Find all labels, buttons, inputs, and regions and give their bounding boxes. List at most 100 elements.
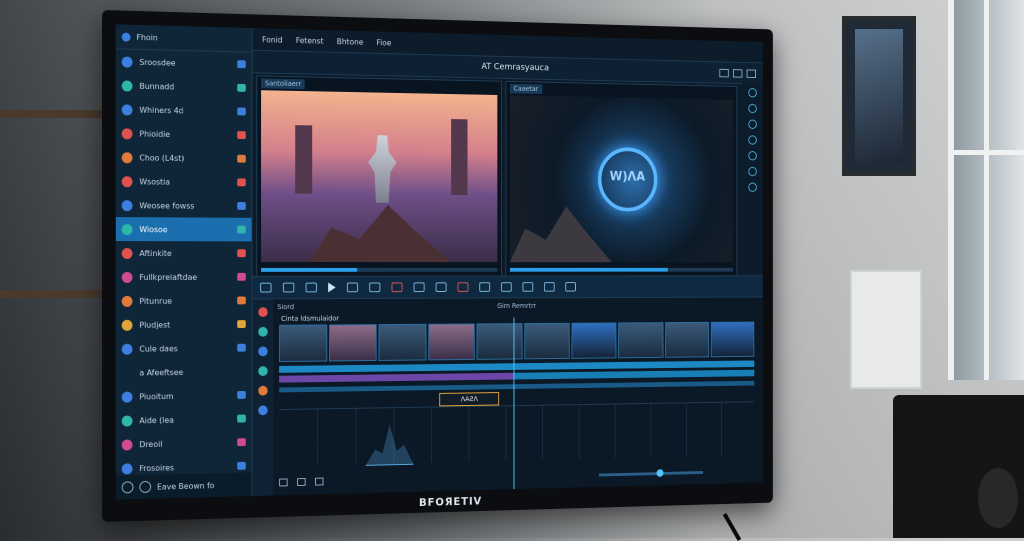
tool-icon[interactable] <box>258 366 268 377</box>
tool-icon[interactable] <box>748 88 757 98</box>
video-clip[interactable] <box>476 323 523 360</box>
status-icon <box>237 343 246 352</box>
status-icon <box>237 249 246 258</box>
sidebar-item[interactable]: Whiners 4d <box>116 97 252 123</box>
effects-icon[interactable] <box>565 282 576 292</box>
audio-clip[interactable] <box>279 380 755 393</box>
record-icon[interactable] <box>391 282 403 293</box>
sidebar-item[interactable]: Dreoil <box>116 430 252 457</box>
windows-icon[interactable] <box>121 481 134 494</box>
sidebar-item[interactable]: Wsostia <box>116 169 252 194</box>
video-clip[interactable] <box>618 322 664 359</box>
monitor-brand: BFOЯETIV <box>418 494 483 509</box>
source-viewer[interactable]: Santoliaerr <box>256 75 502 277</box>
desk-frame <box>850 270 922 389</box>
timeline[interactable]: Siord Gim Remrtrr Cinta ldsmulaidor ɅAƧɅ <box>252 297 763 497</box>
sidebar-item[interactable]: Piuoitum <box>116 383 252 409</box>
castle-tower <box>451 119 468 196</box>
video-clip[interactable] <box>664 321 709 358</box>
circle-icon <box>121 462 133 475</box>
circle-icon <box>121 55 133 68</box>
sidebar-item[interactable]: Pitunrue <box>116 289 252 313</box>
tool-icon[interactable] <box>748 182 757 192</box>
nav-icon[interactable] <box>279 478 288 487</box>
mark-in-icon[interactable] <box>260 282 272 293</box>
playhead[interactable] <box>513 317 515 490</box>
sidebar-list: Sroosdee Bunnadd Whiners 4d Phioidie Choo (L… <box>115 49 252 480</box>
search-icon[interactable] <box>139 480 152 494</box>
link-icon[interactable] <box>435 282 447 292</box>
sidebar-item-label: Pludjest <box>139 320 171 330</box>
zoom-icon[interactable] <box>479 282 491 292</box>
tool-icon[interactable] <box>258 307 268 318</box>
video-clip[interactable] <box>427 323 475 361</box>
sidebar-item[interactable]: Aftinkite <box>116 241 252 265</box>
sidebar-item[interactable]: Pludjest <box>116 312 252 337</box>
source-scrubber[interactable] <box>261 267 498 272</box>
video-clip[interactable] <box>279 324 328 363</box>
menu-item[interactable]: Fetenst <box>296 36 324 46</box>
sidebar-item[interactable]: Phioidie <box>116 121 252 147</box>
minimize-icon[interactable] <box>719 68 729 77</box>
snap-icon[interactable] <box>413 282 425 293</box>
circle-icon <box>121 199 133 211</box>
window-title: AT Cemrasyauca <box>481 62 549 74</box>
step-back-icon[interactable] <box>282 282 295 293</box>
settings-icon[interactable] <box>500 282 512 292</box>
nav-icon[interactable] <box>297 478 306 487</box>
audio-clip[interactable] <box>513 369 755 380</box>
sidebar-item[interactable]: a Afeeftsee <box>116 359 252 384</box>
video-clip[interactable] <box>378 323 427 361</box>
menu-item[interactable]: Fonid <box>262 35 283 44</box>
program-viewer[interactable]: Caaetar W)ɅA <box>505 80 738 277</box>
audio-icon[interactable] <box>543 282 555 292</box>
program-viewer-label: Caaetar <box>509 83 542 95</box>
sidebar-item[interactable]: Weosee fowss <box>116 193 252 218</box>
tool-icon[interactable] <box>258 405 268 416</box>
nav-icon[interactable] <box>315 477 324 486</box>
close-icon[interactable] <box>746 68 756 78</box>
circle-icon <box>121 295 133 307</box>
video-clip[interactable] <box>524 322 570 360</box>
tool-icon[interactable] <box>748 135 757 145</box>
sidebar-item[interactable]: Fullkpreiaftdae <box>116 265 252 289</box>
video-clip[interactable] <box>571 322 617 359</box>
marker-icon[interactable] <box>457 282 469 292</box>
video-clip[interactable] <box>710 321 755 358</box>
sidebar: Fhoin Sroosdee Bunnadd Whiners 4d Phioidie C… <box>115 24 253 500</box>
sidebar-item[interactable]: Cule daes <box>116 336 252 361</box>
status-icon <box>237 272 246 281</box>
tool-icon[interactable] <box>748 151 757 161</box>
sidebar-item-label: Pitunrue <box>139 296 172 306</box>
sidebar-item-label: Bunnadd <box>139 81 175 91</box>
step-forward-icon[interactable] <box>346 282 359 293</box>
timeline-footer <box>279 464 754 489</box>
loop-icon[interactable] <box>305 282 317 293</box>
video-clip[interactable] <box>329 324 378 362</box>
tool-icon[interactable] <box>748 166 757 177</box>
play-icon[interactable] <box>328 282 336 293</box>
timeline-header: Siord Gim Remrtrr <box>277 299 762 313</box>
status-icon <box>237 107 246 116</box>
menu-item[interactable]: Fioe <box>376 38 391 47</box>
sidebar-item[interactable]: Choo (L4st) <box>116 145 252 170</box>
menu-item[interactable]: Bhtone <box>337 37 364 46</box>
zoom-slider[interactable] <box>598 468 704 477</box>
sidebar-item[interactable]: Sroosdee <box>116 49 252 76</box>
sidebar-item[interactable]: Bunnadd <box>116 73 252 100</box>
tool-icon[interactable] <box>748 119 757 129</box>
maximize-icon[interactable] <box>733 68 743 78</box>
status-icon <box>237 154 246 163</box>
video-track <box>279 321 755 363</box>
sidebar-item[interactable]: Wiosoe <box>115 217 252 242</box>
tool-icon[interactable] <box>258 326 268 337</box>
status-icon <box>237 83 246 92</box>
tool-icon[interactable] <box>258 346 268 357</box>
timeline-marker[interactable]: ɅAƧɅ <box>439 392 500 407</box>
razor-icon[interactable] <box>369 282 381 293</box>
tool-icon[interactable] <box>258 385 268 396</box>
program-scrubber[interactable] <box>509 267 734 272</box>
export-icon[interactable] <box>522 282 534 292</box>
tool-icon[interactable] <box>748 103 757 114</box>
sidebar-item[interactable]: Aide (lea <box>116 407 252 433</box>
